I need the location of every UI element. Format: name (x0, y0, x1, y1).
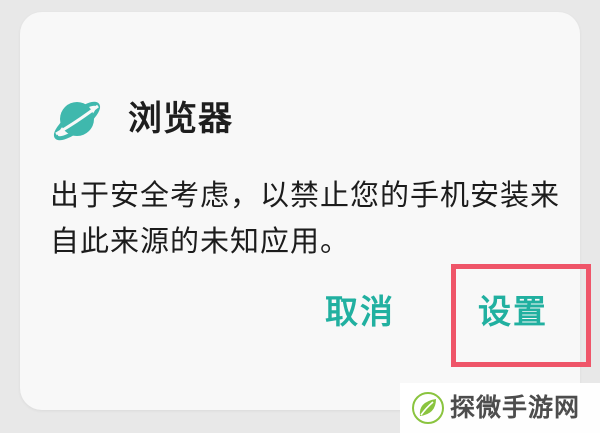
planet-icon (53, 101, 101, 141)
watermark: 探微手游网 (400, 383, 600, 433)
leaf-logo-icon (412, 392, 444, 424)
dialog-header: 浏览器 (50, 92, 233, 146)
cancel-button[interactable]: 取消 (325, 290, 395, 334)
watermark-text: 探微手游网 (450, 393, 581, 422)
install-blocked-dialog: 浏览器 出于安全考虑，以禁止您的手机安装来自此来源的未知应用。 (20, 12, 580, 410)
settings-button[interactable]: 设置 (478, 290, 548, 334)
dialog-title: 浏览器 (128, 99, 233, 139)
dialog-message: 出于安全考虑，以禁止您的手机安装来自此来源的未知应用。 (50, 178, 561, 258)
screen: 浏览器 出于安全考虑，以禁止您的手机安装来自此来源的未知应用。 取消 设置 探微… (0, 0, 600, 433)
